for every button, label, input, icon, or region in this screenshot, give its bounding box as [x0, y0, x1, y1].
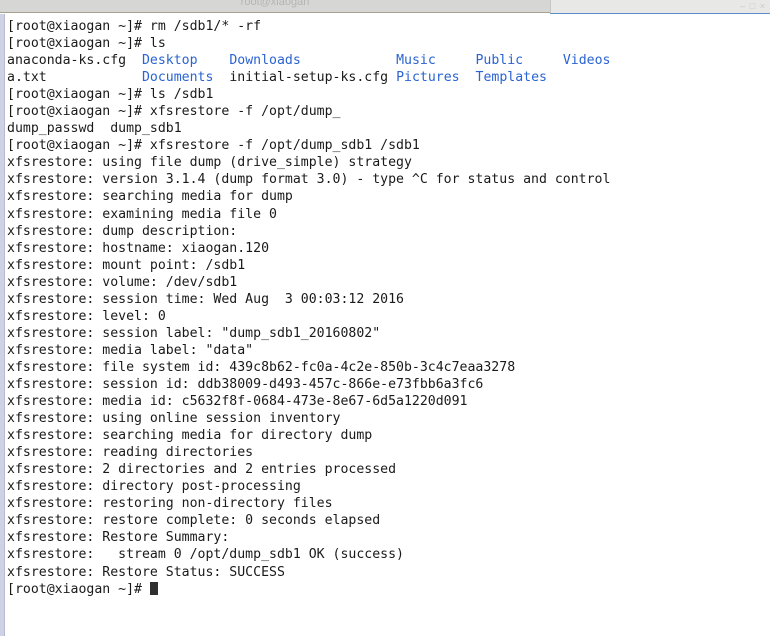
terminal-line: xfsrestore: searching media for director…	[7, 427, 770, 444]
terminal-text: xfsrestore: session id: ddb38009-d493-45…	[7, 376, 484, 392]
terminal-line: xfsrestore: 2 directories and 2 entries …	[7, 461, 770, 478]
terminal-text: xfsrestore: file system id: 439c8b62-fc0…	[7, 359, 516, 375]
terminal-text: [root@xiaogan ~]# xfsrestore -f /opt/dum…	[7, 104, 341, 120]
terminal-text: initial-setup-ks.cfg	[213, 70, 397, 86]
terminal-line: xfsrestore: file system id: 439c8b62-fc0…	[7, 359, 770, 376]
terminal-line: [root@xiaogan ~]# xfsrestore -f /opt/dum…	[7, 103, 770, 120]
terminal-text: xfsrestore: level: 0	[7, 308, 166, 324]
terminal-output[interactable]: [root@xiaogan ~]# rm /sdb1/* -rf [root@xi…	[7, 18, 770, 636]
terminal-text: xfsrestore: dump description:	[7, 223, 238, 239]
terminal-line: anaconda-ks.cfg Desktop Downloads Music …	[7, 52, 770, 69]
terminal-line: xfsrestore: restore complete: 0 seconds …	[7, 512, 770, 529]
terminal-line: xfsrestore: hostname: xiaogan.120	[7, 240, 770, 257]
terminal-text: [root@xiaogan ~]#	[7, 581, 150, 597]
terminal-line: xfsrestore: session time: Wed Aug 3 00:0…	[7, 291, 770, 308]
terminal-text: xfsrestore: media label: "data"	[7, 342, 254, 358]
terminal-text: dump_passwd dump_sdb1	[7, 121, 182, 137]
terminal-text: xfsrestore: 2 directories and 2 entries …	[7, 462, 397, 478]
terminal-text: xfsrestore: Restore Summary:	[7, 530, 230, 546]
terminal-line: xfsrestore: Restore Status: SUCCESS	[7, 564, 770, 581]
terminal-line: [root@xiaogan ~]# xfsrestore -f /opt/dum…	[7, 137, 770, 154]
directory-entry: Public	[475, 53, 524, 69]
terminal-text: [root@xiaogan ~]# xfsrestore -f /opt/dum…	[7, 138, 420, 154]
terminal-line: [root@xiaogan ~]# ls /sdb1	[7, 86, 770, 103]
terminal-line: xfsrestore: media label: "data"	[7, 342, 770, 359]
directory-entry: Templates	[475, 70, 547, 86]
terminal-line: xfsrestore: searching media for dump	[7, 188, 770, 205]
terminal-line: xfsrestore: dump description:	[7, 223, 770, 240]
terminal-line: dump_passwd dump_sdb1	[7, 120, 770, 137]
terminal-line: xfsrestore: version 3.1.4 (dump format 3…	[7, 171, 770, 188]
terminal-text: xfsrestore: using online session invento…	[7, 411, 341, 427]
directory-entry: Pictures	[396, 70, 460, 86]
directory-entry: Videos	[562, 53, 611, 69]
terminal-line: xfsrestore: reading directories	[7, 444, 770, 461]
terminal-line: xfsrestore: mount point: /sdb1	[7, 257, 770, 274]
terminal-text: xfsrestore: using file dump (drive_simpl…	[7, 155, 412, 171]
terminal-line: xfsrestore: Restore Summary:	[7, 529, 770, 546]
terminal-line: xfsrestore: volume: /dev/sdb1	[7, 274, 770, 291]
terminal-line: xfsrestore: session id: ddb38009-d493-45…	[7, 376, 770, 393]
terminal-text: xfsrestore: session label: "dump_sdb1_20…	[7, 325, 381, 341]
terminal-text: [root@xiaogan ~]# ls /sdb1	[7, 87, 214, 103]
window-title: root@xiaogan	[240, 0, 310, 8]
terminal-window[interactable]: [root@xiaogan ~]# rm /sdb1/* -rf [root@xi…	[0, 14, 770, 636]
terminal-line: xfsrestore: restoring non-directory file…	[7, 495, 770, 512]
terminal-line: xfsrestore: media id: c5632f8f-0684-473e…	[7, 393, 770, 410]
terminal-text: xfsrestore: examining media file 0	[7, 206, 277, 222]
terminal-left-border	[0, 14, 5, 636]
terminal-text: xfsrestore: restoring non-directory file…	[7, 496, 333, 512]
terminal-text: xfsrestore: volume: /dev/sdb1	[7, 274, 238, 290]
terminal-text: xfsrestore: directory post-processing	[7, 479, 301, 495]
window-controls[interactable]: – □ ×	[740, 1, 766, 11]
terminal-line: xfsrestore: examining media file 0	[7, 206, 770, 223]
background-window-titlebar[interactable]: – □ ×	[550, 0, 770, 13]
terminal-line: xfsrestore: stream 0 /opt/dump_sdb1 OK (…	[7, 546, 770, 563]
terminal-line: [root@xiaogan ~]# rm /sdb1/* -rf	[7, 18, 770, 35]
terminal-text: xfsrestore: mount point: /sdb1	[7, 257, 246, 273]
directory-entry: Music	[396, 53, 436, 69]
terminal-line: xfsrestore: level: 0	[7, 308, 770, 325]
directory-entry: Downloads	[229, 53, 301, 69]
directory-entry: Desktop	[141, 53, 198, 69]
terminal-text: [root@xiaogan ~]# ls	[7, 36, 166, 52]
terminal-cursor	[149, 581, 158, 595]
window-titlebar[interactable]: root@xiaogan	[0, 0, 550, 13]
terminal-line: xfsrestore: using online session invento…	[7, 410, 770, 427]
terminal-text: xfsrestore: searching media for dump	[7, 189, 293, 205]
directory-entry: Documents	[141, 70, 214, 86]
screen: root@xiaogan – □ × [root@xiaogan ~]# rm …	[0, 0, 770, 636]
terminal-line: xfsrestore: session label: "dump_sdb1_20…	[7, 325, 770, 342]
terminal-text: xfsrestore: media id: c5632f8f-0684-473e…	[7, 394, 468, 410]
terminal-text: xfsrestore: searching media for director…	[7, 428, 373, 444]
terminal-text: a.txt	[7, 70, 142, 86]
terminal-line: [root@xiaogan ~]# ls	[7, 35, 770, 52]
terminal-text: xfsrestore: version 3.1.4 (dump format 3…	[7, 172, 611, 188]
terminal-text: xfsrestore: session time: Wed Aug 3 00:0…	[7, 291, 404, 307]
terminal-text: xfsrestore: stream 0 /opt/dump_sdb1 OK (…	[7, 547, 404, 563]
terminal-line: xfsrestore: using file dump (drive_simpl…	[7, 154, 770, 171]
terminal-text: anaconda-ks.cfg	[7, 53, 142, 69]
terminal-text: xfsrestore: reading directories	[7, 445, 254, 461]
terminal-line: xfsrestore: directory post-processing	[7, 478, 770, 495]
terminal-text: xfsrestore: Restore Status: SUCCESS	[7, 564, 285, 580]
terminal-text: xfsrestore: hostname: xiaogan.120	[7, 240, 270, 256]
terminal-line: a.txt Documents initial-setup-ks.cfg Pic…	[7, 69, 770, 86]
terminal-text: [root@xiaogan ~]# rm /sdb1/* -rf	[7, 19, 262, 34]
terminal-text: xfsrestore: restore complete: 0 seconds …	[7, 513, 381, 529]
terminal-line: [root@xiaogan ~]#	[7, 581, 770, 598]
